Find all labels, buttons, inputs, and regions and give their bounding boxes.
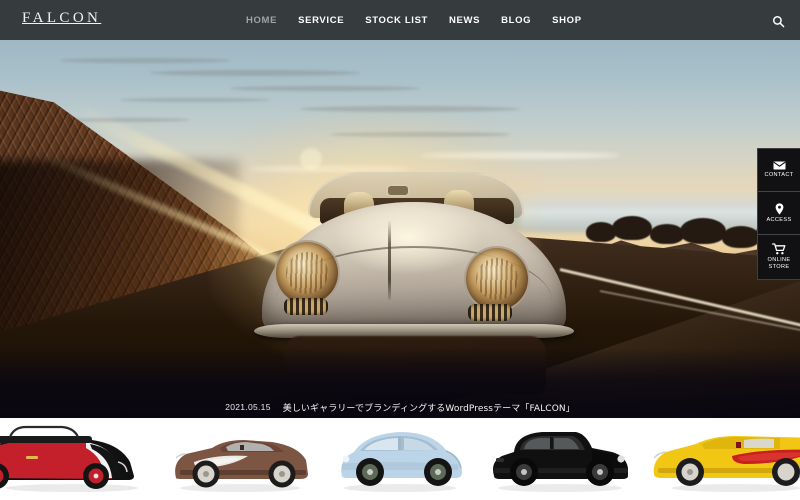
side-tab-panel: CONTACT ACCESS ONLINE STORE bbox=[757, 148, 800, 280]
lens-flare bbox=[300, 148, 322, 170]
tree bbox=[612, 216, 652, 240]
side-tab-contact[interactable]: CONTACT bbox=[758, 149, 800, 192]
front-vent-right bbox=[468, 304, 512, 321]
site-header: FALCON HOME SERVICE STOCK LIST NEWS BLOG… bbox=[0, 0, 800, 40]
nav-item-blog[interactable]: BLOG bbox=[501, 15, 531, 26]
tree bbox=[722, 226, 760, 248]
side-tab-access-label: ACCESS bbox=[766, 216, 792, 223]
headlight-left bbox=[276, 242, 338, 304]
side-tab-online-store[interactable]: ONLINE STORE bbox=[758, 235, 800, 279]
cloud bbox=[150, 70, 360, 76]
nav-item-news[interactable]: NEWS bbox=[449, 15, 480, 26]
gallery-item-red-beetle-convertible[interactable] bbox=[0, 418, 160, 500]
nav-item-shop[interactable]: SHOP bbox=[552, 15, 582, 26]
main-navigation: HOME SERVICE STOCK LIST NEWS BLOG SHOP bbox=[246, 0, 582, 40]
nav-item-home[interactable]: HOME bbox=[246, 15, 277, 26]
car-thumbnail bbox=[640, 418, 800, 500]
side-tab-online-store-label: ONLINE STORE bbox=[767, 257, 791, 270]
car-thumbnail bbox=[0, 418, 160, 500]
shopping-cart-icon bbox=[772, 243, 786, 255]
side-tab-contact-label: CONTACT bbox=[764, 172, 794, 178]
hero-banner[interactable] bbox=[0, 40, 800, 418]
rearview-mirror bbox=[388, 186, 408, 195]
cloud bbox=[60, 58, 230, 63]
envelope-icon bbox=[772, 161, 786, 170]
cloud bbox=[230, 86, 420, 91]
gallery-item-yellow-corvette[interactable] bbox=[640, 418, 800, 500]
search-icon bbox=[772, 15, 784, 27]
news-ticker[interactable]: 2021.05.15 美しいギャラリーでブランディングするWordPressテー… bbox=[0, 396, 800, 418]
gallery-strip bbox=[0, 418, 800, 500]
search-button[interactable] bbox=[770, 13, 786, 29]
car-thumbnail bbox=[320, 418, 480, 500]
car-thumbnail bbox=[160, 418, 320, 500]
cloud bbox=[120, 98, 270, 102]
car-thumbnail bbox=[480, 418, 640, 500]
news-date: 2021.05.15 bbox=[225, 402, 271, 412]
side-tab-access[interactable]: ACCESS bbox=[758, 192, 800, 235]
front-vent-left bbox=[284, 298, 328, 315]
nav-item-stock-list[interactable]: STOCK LIST bbox=[365, 15, 428, 26]
gallery-item-brown-corvette-roadster[interactable] bbox=[160, 418, 320, 500]
map-pin-icon bbox=[775, 202, 784, 215]
nav-item-service[interactable]: SERVICE bbox=[298, 15, 344, 26]
hero-image bbox=[0, 40, 800, 418]
gallery-item-black-sedan[interactable] bbox=[480, 418, 640, 500]
tree bbox=[680, 218, 726, 244]
headlight-right bbox=[466, 248, 528, 310]
tree bbox=[650, 224, 684, 244]
brand-logo[interactable]: FALCON bbox=[22, 10, 101, 27]
hood-crease bbox=[388, 220, 391, 300]
gallery-item-blue-beetle[interactable] bbox=[320, 418, 480, 500]
news-title[interactable]: 美しいギャラリーでブランディングするWordPressテーマ「FALCON」 bbox=[283, 401, 575, 414]
